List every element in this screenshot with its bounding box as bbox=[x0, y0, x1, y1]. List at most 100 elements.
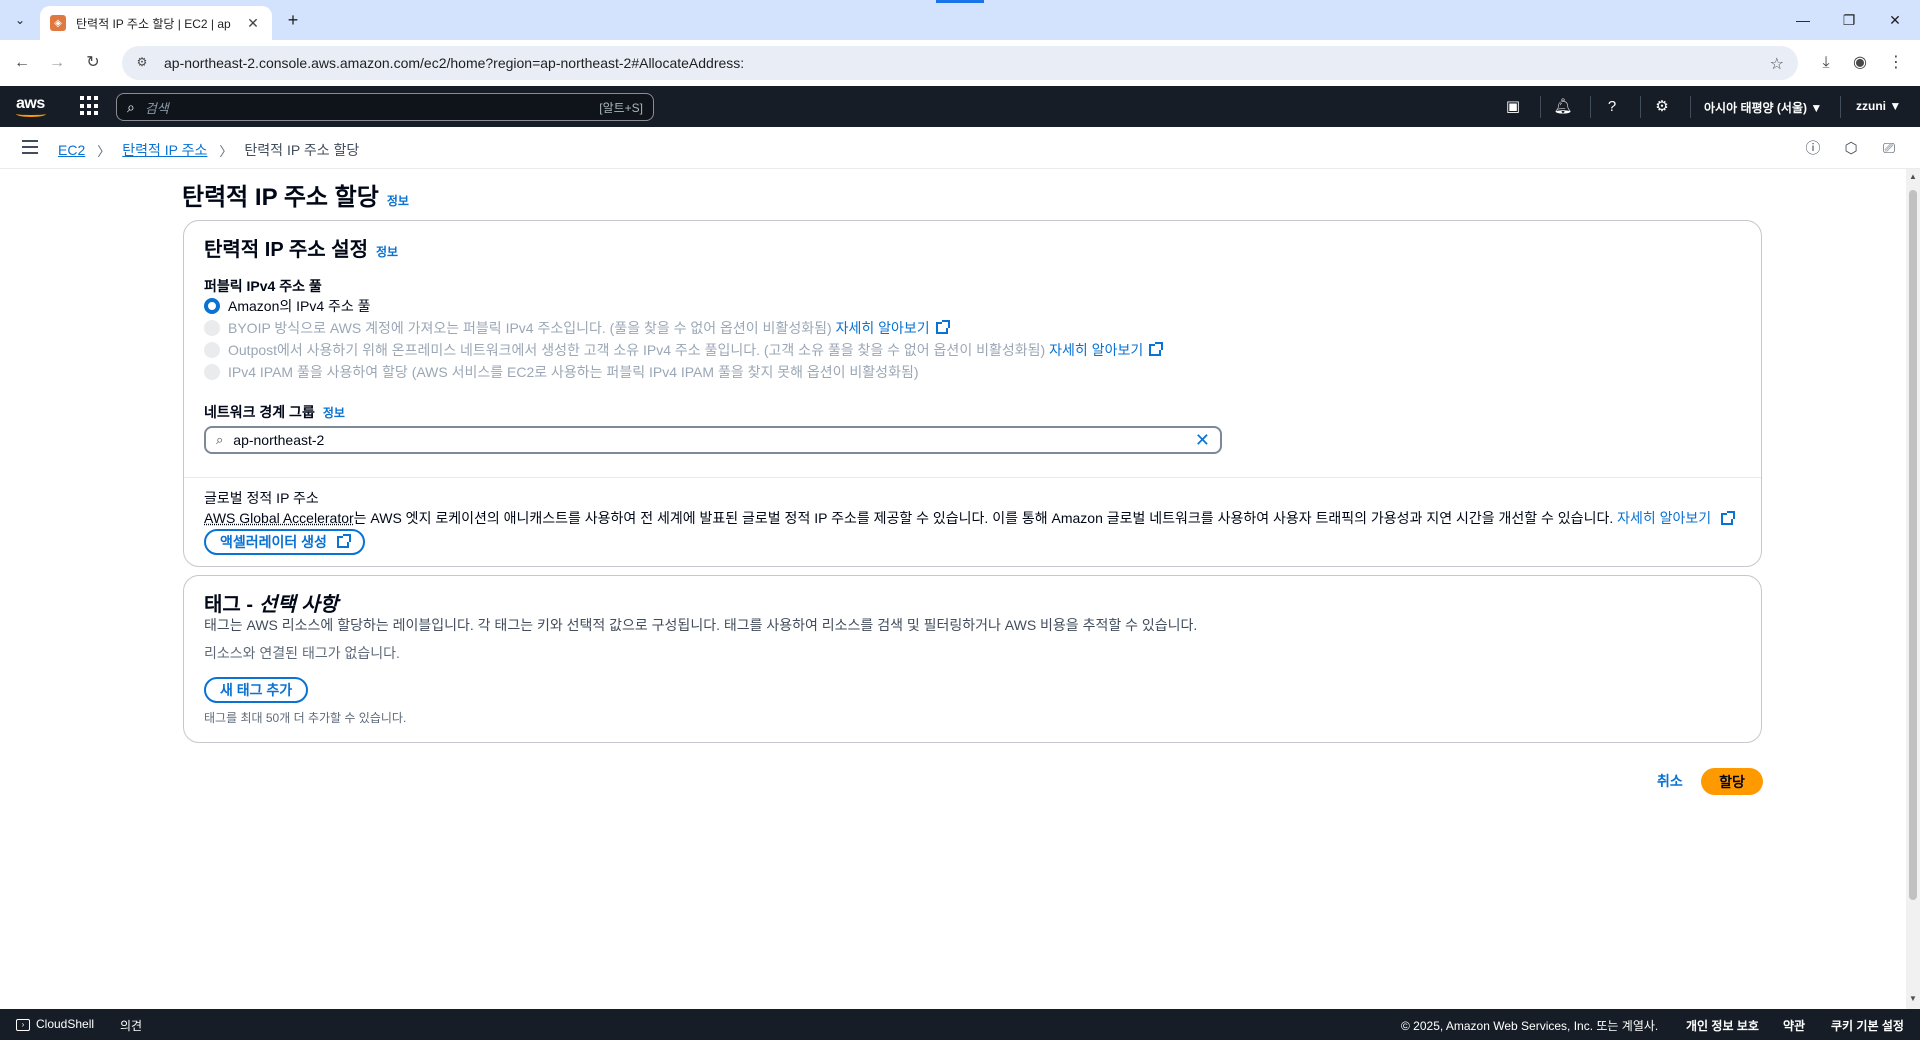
external-link-icon bbox=[1149, 342, 1164, 356]
learn-more-link[interactable]: 자세히 알아보기 bbox=[1049, 340, 1143, 360]
global-accelerator-description: AWS Global Accelerator는 AWS 엣지 로케이션의 애니캐… bbox=[204, 508, 1736, 528]
search-placeholder: 검색 bbox=[144, 100, 169, 116]
search-icon: ⌕ bbox=[216, 432, 224, 447]
aws-logo-smile bbox=[16, 111, 46, 117]
help-icon[interactable]: ? bbox=[1601, 96, 1623, 118]
radio-label: BYOIP 방식으로 AWS 계정에 가져오는 퍼블릭 IPv4 주소입니다. … bbox=[228, 320, 832, 336]
cloudshell-footer-button[interactable]: › CloudShell bbox=[16, 1017, 94, 1031]
window-close-icon[interactable]: ✕ bbox=[1872, 8, 1918, 32]
breadcrumb-current: 탄력적 IP 주소 할당 bbox=[244, 142, 360, 158]
restore-icon[interactable]: ❐ bbox=[1826, 8, 1872, 32]
breadcrumb-link-ec2[interactable]: EC2 bbox=[58, 142, 85, 158]
breadcrumb: EC2 〉 탄력적 IP 주소 〉 탄력적 IP 주소 할당 bbox=[58, 140, 359, 160]
radio-ipam-pool: IPv4 IPAM 풀을 사용하여 할당 (AWS 서비스를 EC2로 사용하는… bbox=[204, 362, 919, 382]
network-border-label: 네트워크 경계 그룹 정보 bbox=[204, 402, 345, 422]
tags-panel: 태그 - 선택 사항 태그는 AWS 리소스에 할당하는 레이블입니다. 각 태… bbox=[183, 575, 1762, 743]
tab-search-chevron-icon[interactable]: ⌄ bbox=[8, 8, 32, 32]
chevron-right-icon: 〉 bbox=[219, 143, 233, 159]
console-footer: › CloudShell 의견 © 2025, Amazon Web Servic… bbox=[0, 1009, 1920, 1040]
global-static-ip-title: 글로벌 정적 IP 주소 bbox=[204, 490, 319, 506]
clear-icon[interactable]: ✕ bbox=[1195, 430, 1210, 451]
learn-more-link[interactable]: 자세히 알아보기 bbox=[836, 318, 930, 338]
feedback-link[interactable]: 의견 bbox=[120, 1017, 142, 1034]
url-text: ap-northeast-2.console.aws.amazon.com/ec… bbox=[164, 55, 745, 71]
tab-close-icon[interactable]: ✕ bbox=[244, 15, 262, 32]
network-border-info-link[interactable]: 정보 bbox=[323, 404, 345, 421]
download-icon[interactable]: ⤓ bbox=[1814, 51, 1838, 75]
profile-icon[interactable]: ◉ bbox=[1848, 51, 1872, 75]
tags-header: 태그 - 선택 사항 bbox=[204, 588, 338, 617]
add-tag-button[interactable]: 새 태그 추가 bbox=[204, 677, 309, 703]
external-link-icon bbox=[935, 320, 950, 334]
display-preferences-icon[interactable]: ⎚ bbox=[1879, 139, 1899, 159]
global-desc-text: 는 AWS 엣지 로케이션의 애니캐스트를 사용하여 전 세계에 발표된 글로벌… bbox=[353, 510, 1614, 526]
minimize-icon[interactable]: — bbox=[1780, 8, 1826, 32]
breadcrumb-link-elastic-ip[interactable]: 탄력적 IP 주소 bbox=[122, 140, 207, 160]
hamburger-menu-icon[interactable] bbox=[22, 140, 38, 154]
global-accelerator-term[interactable]: AWS Global Accelerator bbox=[204, 510, 354, 526]
radio-label: Outpost에서 사용하기 위해 온프레미스 네트워크에서 생성한 고객 소유… bbox=[228, 342, 1046, 358]
page-info-link[interactable]: 정보 bbox=[387, 192, 409, 209]
terms-link[interactable]: 약관 bbox=[1783, 1017, 1805, 1034]
forward-arrow-icon[interactable]: → bbox=[45, 51, 69, 75]
site-settings-icon[interactable]: ⚙ bbox=[134, 55, 150, 71]
aws-logo-text: aws bbox=[16, 95, 45, 112]
privacy-link[interactable]: 개인 정보 보호 bbox=[1686, 1017, 1759, 1034]
services-grid-icon[interactable] bbox=[80, 96, 100, 116]
settings-gear-icon[interactable]: ⚙ bbox=[1651, 96, 1673, 118]
external-link-icon bbox=[1721, 511, 1736, 526]
settings-header: 탄력적 IP 주소 설정 정보 bbox=[204, 233, 398, 262]
browser-tab[interactable]: ◈ 탄력적 IP 주소 할당 | EC2 | ap ✕ bbox=[40, 6, 272, 40]
bookmark-star-icon[interactable]: ☆ bbox=[1770, 54, 1784, 74]
notifications-bell-icon[interactable]: 🔔︎ bbox=[1552, 96, 1574, 118]
reload-icon[interactable]: ↻ bbox=[81, 51, 105, 75]
aws-search-input[interactable]: ⌕ 검색 [알트+S] bbox=[116, 93, 654, 121]
network-border-label-text: 네트워크 경계 그룹 bbox=[204, 404, 315, 420]
tags-empty-text: 리소스와 연결된 태그가 없습니다. bbox=[204, 645, 400, 661]
back-arrow-icon[interactable]: ← bbox=[10, 51, 34, 75]
browser-toolbar: ← → ↻ ⚙ ap-northeast-2.console.aws.amazo… bbox=[0, 40, 1920, 86]
create-accelerator-label: 액셀러레이터 생성 bbox=[220, 534, 327, 550]
radio-amazon-pool[interactable]: Amazon의 IPv4 주소 풀 bbox=[204, 296, 371, 316]
radio-outpost-pool: Outpost에서 사용하기 위해 온프레미스 네트워크에서 생성한 고객 소유… bbox=[204, 340, 1164, 360]
network-border-group-input[interactable]: ⌕ ap-northeast-2 ✕ bbox=[204, 426, 1222, 454]
global-learn-more-link[interactable]: 자세히 알아보기 bbox=[1617, 510, 1711, 526]
aws-favicon-icon: ◈ bbox=[50, 15, 66, 31]
scroll-down-icon[interactable]: ▼ bbox=[1908, 994, 1918, 1003]
divider bbox=[184, 477, 1761, 478]
info-panel-icon[interactable]: ⓘ bbox=[1803, 139, 1823, 159]
search-shortcut: [알트+S] bbox=[599, 100, 643, 115]
radio-label: IPv4 IPAM 풀을 사용하여 할당 (AWS 서비스를 EC2로 사용하는… bbox=[228, 364, 919, 380]
create-accelerator-button[interactable]: 액셀러레이터 생성 bbox=[204, 529, 365, 555]
new-tab-plus-icon[interactable]: + bbox=[282, 10, 304, 32]
region-selector[interactable]: 아시아 태평양 (서울) ▼ bbox=[1704, 99, 1822, 116]
shield-settings-icon[interactable]: ⬡ bbox=[1841, 139, 1861, 159]
radio-disabled-icon bbox=[204, 320, 220, 336]
search-icon: ⌕ bbox=[127, 98, 135, 115]
page-title: 탄력적 IP 주소 할당 정보 bbox=[182, 177, 409, 212]
radio-byoip-pool: BYOIP 방식으로 AWS 계정에 가져오는 퍼블릭 IPv4 주소입니다. … bbox=[204, 318, 950, 338]
account-menu[interactable]: zzuni ▼ bbox=[1856, 99, 1901, 113]
pool-label: 퍼블릭 IPv4 주소 풀 bbox=[204, 278, 322, 294]
tags-limit-note: 태그를 최대 50개 더 추가할 수 있습니다. bbox=[204, 711, 407, 725]
address-bar[interactable]: ⚙ ap-northeast-2.console.aws.amazon.com/… bbox=[122, 46, 1798, 80]
page-title-text: 탄력적 IP 주소 할당 bbox=[182, 184, 379, 211]
scrollbar-thumb[interactable] bbox=[1909, 190, 1917, 900]
cloudshell-icon[interactable]: ▣ bbox=[1502, 96, 1524, 118]
nav-divider bbox=[1540, 96, 1541, 118]
tab-title: 탄력적 IP 주소 할당 | EC2 | ap bbox=[76, 16, 231, 31]
radio-selected-icon[interactable] bbox=[204, 298, 220, 314]
aws-logo[interactable]: aws bbox=[16, 95, 46, 117]
radio-label: Amazon의 IPv4 주소 풀 bbox=[228, 298, 371, 314]
cookie-preferences-link[interactable]: 쿠키 기본 설정 bbox=[1831, 1017, 1904, 1034]
allocate-button[interactable]: 할당 bbox=[1701, 768, 1763, 795]
external-link-icon bbox=[336, 534, 351, 548]
settings-title: 탄력적 IP 주소 설정 bbox=[204, 239, 369, 261]
scroll-up-icon[interactable]: ▲ bbox=[1908, 172, 1918, 181]
more-menu-icon[interactable]: ⋮ bbox=[1884, 51, 1908, 75]
add-tag-label: 새 태그 추가 bbox=[220, 682, 293, 698]
breadcrumb-bar: EC2 〉 탄력적 IP 주소 〉 탄력적 IP 주소 할당 ⓘ ⬡ ⎚ bbox=[0, 127, 1920, 169]
network-border-value: ap-northeast-2 bbox=[233, 432, 325, 448]
settings-info-link[interactable]: 정보 bbox=[376, 243, 398, 260]
cancel-button[interactable]: 취소 bbox=[1657, 771, 1683, 791]
